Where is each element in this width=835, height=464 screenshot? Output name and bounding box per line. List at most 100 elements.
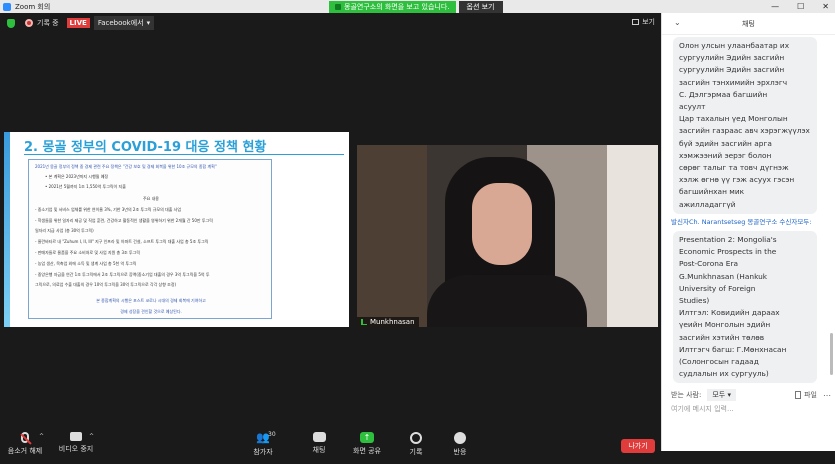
- chat-header: ⌄ 채팅: [662, 13, 835, 35]
- slide-line: 그릭으로, 의료업 수출 대출의 경우 10억 투그릭을 30억 투그릭으로 각…: [35, 282, 177, 287]
- slide-content-box: 2021년 몽골 정부의 정책 중 경제 관련 주요 정책은 "건강 보호 및 …: [28, 159, 272, 319]
- close-button[interactable]: ✕: [822, 0, 829, 13]
- view-options-button[interactable]: 옵션 보기: [458, 0, 503, 13]
- reactions-button[interactable]: 반응: [435, 432, 485, 457]
- shield-icon: [335, 3, 341, 10]
- slide-line: 2021년 몽골 정부의 정책 중 경제 관련 주요 정책은 "건강 보호 및 …: [35, 164, 217, 169]
- chevron-up-icon[interactable]: ^: [39, 433, 44, 440]
- unmute-label: 음소거 해제: [7, 447, 43, 455]
- chat-input[interactable]: 여기에 메시지 입력...: [671, 404, 734, 414]
- message-line: хэлж өгнө үү гэж асуух гэсэн: [679, 175, 795, 185]
- chat-button[interactable]: 채팅: [294, 432, 344, 455]
- participants-button[interactable]: 👥 30 참가자: [238, 431, 288, 457]
- message-line: хэмжээний эерэг болон: [679, 150, 772, 160]
- meeting-topbar: 기록 중 LIVE Facebook에서 ▾ 보기: [0, 13, 661, 33]
- share-status: 몽골연구소의 화면을 보고 있습니다.: [329, 0, 456, 13]
- message-line: G.Munkhnasan (Hankuk: [679, 271, 768, 281]
- participant-video[interactable]: Munkhnasan: [357, 145, 658, 327]
- chat-title: 채팅: [742, 19, 755, 28]
- microphone-muted-icon: [21, 432, 29, 443]
- record-circle-icon: [410, 432, 422, 444]
- chat-panel: ⌄ 채팅 Олон улсын улаанбаатар их сургуулий…: [661, 13, 835, 451]
- facebook-live-label: Facebook에서: [97, 19, 144, 27]
- view-button[interactable]: 보기: [632, 17, 655, 27]
- participant-name-tag: Munkhnasan: [357, 317, 419, 327]
- share-screen-icon: ↑: [360, 432, 374, 443]
- chat-icon: [312, 432, 326, 442]
- meeting-area: 기록 중 LIVE Facebook에서 ▾ 보기 2. 몽골 정부의 COVID…: [0, 13, 661, 464]
- recipient-select[interactable]: 모두 ▾: [707, 389, 736, 401]
- speaker-body: [427, 275, 587, 327]
- slide-line: • 본 계획은 2023년까지 시행될 예정: [45, 174, 109, 179]
- chat-messages[interactable]: Олон улсын улаанбаатар их сургуулийн Эди…: [662, 35, 835, 387]
- slide-line: - 울란바타르 내 "Zuhum I, II, III" 지구 인프라 및 아파…: [35, 239, 209, 244]
- view-label: 보기: [642, 18, 655, 26]
- message-line: засгийн тэнхимийн эрхлэгч: [679, 77, 788, 87]
- unmute-button[interactable]: 음소거 해제 ^: [0, 432, 50, 456]
- chat-sender: 발신자Ch. Narantsetseg 몽골연구소 수신자모두:: [671, 218, 812, 226]
- security-shield-icon[interactable]: [7, 18, 15, 28]
- speaker-face: [472, 183, 532, 265]
- chat-message: Presentation 2: Mongolia's Economic Pros…: [673, 231, 817, 384]
- slide-line: - 중소기업 및 서비스 업체를 위한 연이율 3%, 기한 3년의 2조 투그…: [35, 207, 182, 212]
- stop-video-label: 비디오 중지: [58, 445, 94, 453]
- chat-label: 채팅: [312, 446, 326, 454]
- chevron-up-icon[interactable]: ^: [89, 433, 94, 440]
- message-line: асуулт: [679, 102, 706, 112]
- door-background: [607, 145, 658, 327]
- more-options-icon[interactable]: ⋯: [823, 391, 831, 400]
- record-icon: [25, 19, 33, 27]
- message-line: Economic Prospects in the: [679, 247, 777, 257]
- smiley-icon: [454, 432, 466, 444]
- message-line: Илтгэл: Ковидийн дараах: [679, 308, 780, 318]
- record-label: 기록: [409, 448, 423, 456]
- slide-conclusion-line: 본 종합계획의 시행은 포스트 코로나 시대의 경제 회복에 기여하고: [96, 298, 206, 303]
- slide-line: - 중앙은행 자금을 연간 1조 투그릭에서 2조 투그릭으로 증액(중소기업 …: [35, 272, 210, 277]
- file-label: 파일: [804, 391, 817, 399]
- camera-icon: [70, 432, 82, 441]
- message-line: багшийнхан мик: [679, 187, 745, 197]
- share-screen-button[interactable]: ↑ 화면 공유: [342, 432, 392, 456]
- slide-title: 2. 몽골 정부의 COVID-19 대응 정책 현황: [24, 140, 267, 155]
- message-line: ажилладаггүй: [679, 199, 736, 209]
- maximize-button[interactable]: ☐: [797, 0, 804, 13]
- slide-line: - 농업 생산, 목축업 외에 소득 및 생계 사업 총 5천 억 투그릭: [35, 261, 137, 266]
- chevron-down-icon[interactable]: ⌄: [674, 18, 681, 27]
- recording-status: 기록 중: [37, 19, 59, 27]
- message-line: засгийн хэтийн төлөв: [679, 332, 765, 342]
- participant-name: Munkhnasan: [370, 318, 415, 326]
- slide-line: 일자리 지급 사업 (총 30억 투그릭): [35, 228, 94, 233]
- message-line: Цар тахалын үед Монголын: [679, 114, 788, 124]
- facebook-live-dropdown[interactable]: Facebook에서 ▾: [93, 16, 155, 30]
- slide-line: • 2021년 5월까지 1조 1,550억 투그릭이 지출: [45, 184, 126, 189]
- signal-icon: [361, 319, 367, 325]
- slide-title-rule: [24, 154, 344, 155]
- share-screen-label: 화면 공유: [353, 447, 381, 455]
- share-status-text: 몽골연구소의 화면을 보고 있습니다.: [344, 2, 450, 11]
- file-button[interactable]: 파일: [795, 390, 817, 400]
- slide-conclusion-line: 경제 성장을 견인할 것으로 예상된다.: [120, 309, 182, 314]
- participants-count: 30: [268, 431, 276, 438]
- chevron-down-icon: ▾: [727, 391, 731, 399]
- bookshelf-background: [357, 145, 427, 327]
- slide-line: - 판매자들로 물품을 주요 소비처로 및 사업 지원 총 3조 투그릭: [35, 250, 141, 255]
- recipient-row: 받는 사람: 모두 ▾ 파일 ⋯: [671, 389, 831, 401]
- message-line: (Солонгосын гадаад: [679, 357, 759, 367]
- live-badge: LIVE: [66, 18, 90, 28]
- slide-accent-stripe: [4, 132, 10, 327]
- recipient-value: 모두: [712, 391, 726, 399]
- slide-line: - 학생들을 위한 일자리 제공 및 직업 훈련, 건강하고 활동적인 생활을 …: [35, 218, 213, 223]
- participants-label: 참가자: [253, 448, 273, 456]
- window-controls: — ☐ ✕: [771, 0, 829, 13]
- message-line: сөрөг талыг та товч дүгнэж: [679, 163, 789, 173]
- chat-scrollbar[interactable]: [830, 333, 833, 375]
- minimize-button[interactable]: —: [771, 0, 779, 13]
- slide-line: 주요 내용: [143, 196, 159, 201]
- shared-slide: 2. 몽골 정부의 COVID-19 대응 정책 현황 2021년 몽골 정부의…: [4, 132, 349, 327]
- recipient-label: 받는 사람:: [671, 391, 702, 399]
- screen-share-banner: 몽골연구소의 화면을 보고 있습니다. 옵션 보기: [329, 0, 503, 13]
- chat-message: Олон улсын улаанбаатар их сургуулийн Эди…: [673, 37, 817, 214]
- message-line: Олон улсын улаанбаатар их: [679, 41, 790, 50]
- record-button[interactable]: 기록: [391, 432, 441, 457]
- message-line: Post-Corona Era: [679, 259, 739, 269]
